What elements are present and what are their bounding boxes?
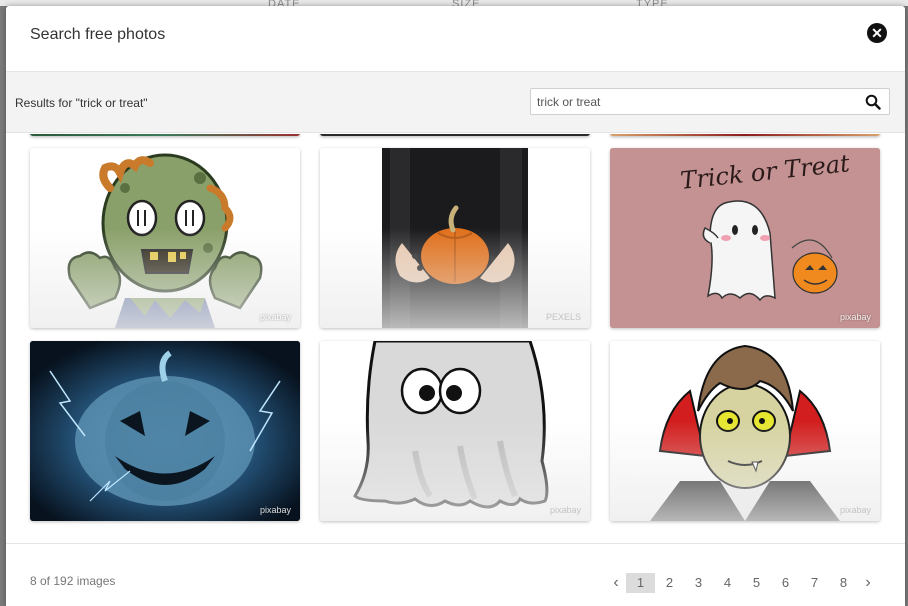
search-input[interactable]	[531, 89, 861, 114]
search-icon[interactable]	[865, 94, 881, 110]
image-credit: pixabay	[839, 505, 871, 515]
page-button-3[interactable]: 3	[684, 573, 713, 593]
previous-row-tile[interactable]	[610, 134, 880, 136]
pumpkin-hands-image	[320, 148, 590, 328]
next-page-button[interactable]: ›	[858, 573, 878, 593]
page-button-4[interactable]: 4	[713, 573, 742, 593]
zombie-image	[30, 148, 300, 328]
image-credit: pixabay	[259, 312, 291, 322]
image-tile[interactable]: pixabay	[30, 341, 300, 521]
image-credit: pixabay	[549, 505, 581, 515]
previous-row-tile[interactable]	[30, 134, 300, 136]
image-tile[interactable]: PEXELS	[320, 148, 590, 328]
vampire-image	[610, 341, 880, 521]
image-tile[interactable]: pixabay	[610, 341, 880, 521]
modal-header: Search free photos ✕	[6, 6, 905, 72]
page-button-1[interactable]: 1	[626, 573, 655, 593]
close-icon[interactable]: ✕	[867, 23, 887, 43]
prev-page-button[interactable]: ‹	[606, 573, 626, 593]
modal-title: Search free photos	[30, 26, 166, 43]
image-tile[interactable]: Trick or Treat pixabay	[610, 148, 880, 328]
glowing-pumpkin-image	[30, 341, 300, 521]
search-box	[530, 88, 890, 115]
cartoon-ghost-image	[320, 341, 590, 521]
pagination: ‹ 1 2 3 4 5 6 7 8 ›	[606, 573, 878, 593]
image-credit: PEXELS	[545, 312, 581, 322]
image-count: 8 of 192 images	[30, 574, 116, 588]
previous-row-tile[interactable]	[320, 134, 590, 136]
image-tile[interactable]: pixabay	[320, 341, 590, 521]
modal-footer: 8 of 192 images ‹ 1 2 3 4 5 6 7 8 ›	[6, 543, 905, 606]
page-button-6[interactable]: 6	[771, 573, 800, 593]
page-button-2[interactable]: 2	[655, 573, 684, 593]
page-button-8[interactable]: 8	[829, 573, 858, 593]
image-tile[interactable]: pixabay	[30, 148, 300, 328]
image-credit: pixabay	[839, 312, 871, 322]
search-photos-modal: Search free photos ✕ Results for "trick …	[6, 6, 905, 606]
results-label: Results for "trick or treat"	[15, 96, 148, 110]
search-bar: Results for "trick or treat"	[6, 72, 905, 133]
page-button-5[interactable]: 5	[742, 573, 771, 593]
image-grid[interactable]: pixabay PEXELS Trick or Treat pixabay pi…	[6, 134, 905, 544]
image-credit: pixabay	[259, 505, 291, 515]
page-button-7[interactable]: 7	[800, 573, 829, 593]
